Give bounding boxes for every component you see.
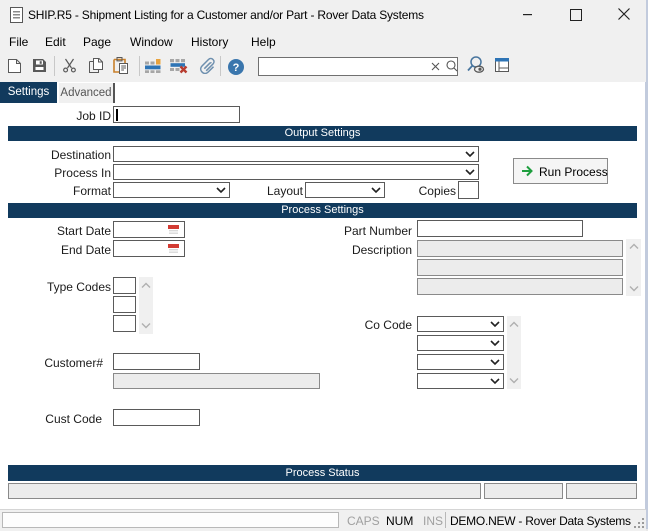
svg-text:?: ? [233, 62, 240, 74]
